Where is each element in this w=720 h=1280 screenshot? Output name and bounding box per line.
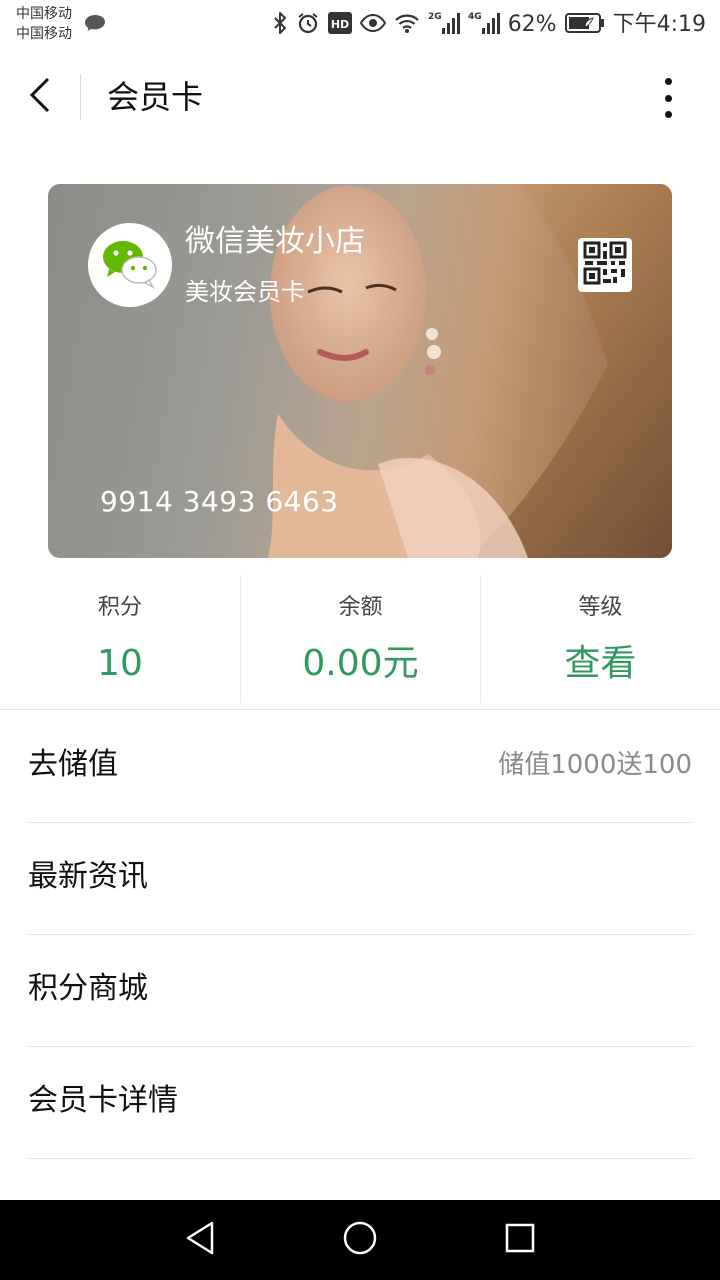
signal-2g-label: 2G [428,12,442,22]
stat-label: 余额 [338,595,383,620]
menu-item-points-mall[interactable]: 积分商城 [28,935,692,1047]
qr-code-button[interactable] [578,238,632,292]
menu-item-news[interactable]: 最新资讯 [28,823,692,935]
stat-value: 10 [97,643,143,684]
square-recents-icon [504,1222,536,1258]
stat-label: 积分 [97,595,142,620]
more-options-button[interactable] [658,74,678,122]
menu-item-label: 会员卡详情 [28,1083,178,1118]
menu-item-recharge[interactable]: 去储值 储值1000送100 [28,711,692,823]
bluetooth-icon [272,11,288,39]
more-vertical-icon-dot [664,94,672,102]
menu-item-promo: 储值1000送100 [498,750,692,780]
menu-item-label: 去储值 [28,747,118,782]
status-bar: 中国移动 中国移动 HD 2G 4G 62% 下午4:19 [0,0,720,50]
stat-value: 0.00元 [302,643,419,684]
carrier-line-1: 中国移动 [16,6,72,22]
card-type-label: 美妆会员卡 [185,278,305,306]
page-title: 会员卡 [107,78,204,116]
circle-home-icon [342,1220,378,1260]
system-back-button[interactable] [178,1218,222,1262]
message-icon [84,14,106,32]
shop-name: 微信美妆小店 [185,224,365,259]
hd-icon: HD [327,12,352,38]
menu-item-label: 积分商城 [28,971,148,1006]
eye-icon [359,13,386,37]
stat-level[interactable]: 等级 查看 [480,575,720,703]
nav-divider [80,74,81,120]
status-icons: HD 2G 4G 62% 下午4:19 [272,8,706,42]
chevron-left-icon [29,77,51,117]
more-vertical-icon-dot [664,78,672,85]
signal-2g-icon: 2G [428,10,460,40]
wechat-icon [101,237,159,293]
back-button[interactable] [22,74,58,120]
signal-4g-icon: 4G [468,10,500,40]
system-nav-bar [0,1200,720,1280]
system-home-button[interactable] [338,1218,382,1262]
clock: 下午4:19 [612,12,706,37]
menu-item-card-details[interactable]: 会员卡详情 [28,1047,692,1159]
signal-4g-label: 4G [468,12,482,22]
qr-code-icon [583,241,627,289]
wifi-icon [394,12,420,38]
stat-value: 查看 [564,643,637,684]
hd-badge-text: HD [331,18,349,31]
alarm-icon [296,11,320,39]
stat-balance[interactable]: 余额 0.00元 [240,575,480,703]
battery-percent: 62% [507,12,557,37]
carrier-line-2: 中国移动 [16,26,72,42]
menu-item-label: 最新资讯 [28,859,148,894]
card-number: 9914 3493 6463 [100,485,339,518]
triangle-back-icon [184,1220,216,1260]
more-vertical-icon-dot [664,111,672,118]
member-card[interactable]: 微信美妆小店 美妆会员卡 9914 3493 6463 [48,184,672,558]
carrier-info: 中国移动 中国移动 [16,4,72,44]
shop-logo [88,223,172,307]
menu-list: 去储值 储值1000送100 最新资讯 积分商城 会员卡详情 [28,711,692,1159]
stat-points[interactable]: 积分 10 [0,575,240,703]
system-recents-button[interactable] [498,1218,542,1262]
stat-label: 等级 [578,595,623,620]
battery-icon [564,12,605,38]
stats-row: 积分 10 余额 0.00元 等级 查看 [0,575,720,710]
nav-bar: 会员卡 [0,50,720,144]
